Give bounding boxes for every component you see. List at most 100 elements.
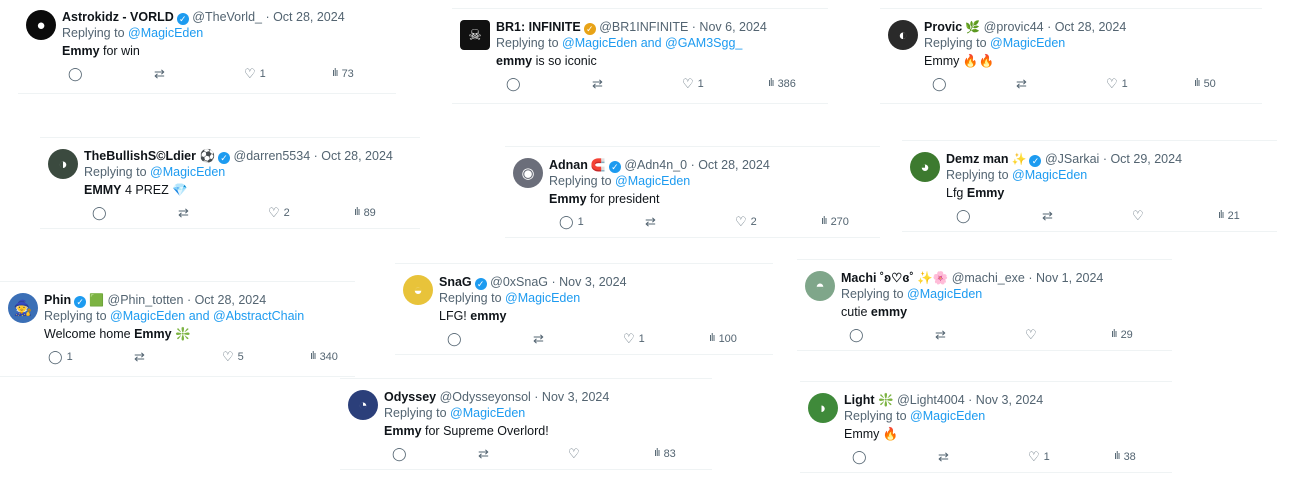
display-name[interactable]: Odyssey <box>384 390 436 404</box>
retweet-button[interactable]: ⇄ <box>1042 209 1057 222</box>
views-button[interactable]: ılı 73 <box>332 67 354 80</box>
views-button[interactable]: ılı 270 <box>821 215 849 228</box>
avatar[interactable]: 🧙 <box>8 293 38 323</box>
tweet-card[interactable]: ◗ Light ❇️ @Light4004 · Nov 3, 2024 Replyi… <box>800 381 1172 473</box>
display-name[interactable]: SnaG <box>439 275 472 289</box>
like-button[interactable]: ♡ 2 <box>735 215 757 228</box>
reply-button[interactable]: ◯ 1 <box>48 350 73 363</box>
display-name[interactable]: Provic <box>924 20 962 34</box>
views-button[interactable]: ılı 38 <box>1114 450 1136 463</box>
timestamp[interactable]: · Oct 28, 2024 <box>691 158 770 172</box>
reply-mention-link[interactable]: @MagicEden <box>128 26 203 40</box>
like-button[interactable]: ♡ 5 <box>222 350 244 363</box>
display-name[interactable]: Astrokidz - VORLD <box>62 10 174 24</box>
like-button[interactable]: ♡ 1 <box>1028 450 1050 463</box>
timestamp[interactable]: · Oct 28, 2024 <box>1047 20 1126 34</box>
retweet-button[interactable]: ⇄ <box>533 332 548 345</box>
avatar[interactable]: ◐ <box>888 20 918 50</box>
handle[interactable]: @BR1INFINITE <box>599 20 688 34</box>
display-name[interactable]: Phin <box>44 293 71 307</box>
like-button[interactable]: ♡ 1 <box>623 332 645 345</box>
views-button[interactable]: ılı 386 <box>768 77 796 90</box>
reply-mention-link[interactable]: @MagicEden <box>450 406 525 420</box>
avatar[interactable]: ◗ <box>808 393 838 423</box>
reply-mention-link[interactable]: @MagicEden <box>150 165 225 179</box>
retweet-button[interactable]: ⇄ <box>478 447 493 460</box>
retweet-button[interactable]: ⇄ <box>178 206 193 219</box>
avatar[interactable]: ◑ <box>48 149 78 179</box>
reply-button[interactable]: ◯ <box>92 206 111 219</box>
views-button[interactable]: ılı 100 <box>709 332 737 345</box>
avatar[interactable]: ◒ <box>403 275 433 305</box>
retweet-button[interactable]: ⇄ <box>134 350 149 363</box>
reply-button[interactable]: ◯ <box>956 209 975 222</box>
handle[interactable]: @0xSnaG <box>490 275 548 289</box>
tweet-card[interactable]: 🧙 Phin ✓ 🟩 @Phin_totten · Oct 28, 2024 Reply… <box>0 281 355 377</box>
like-button[interactable]: ♡ <box>568 447 584 460</box>
avatar[interactable]: ◕ <box>910 152 940 182</box>
display-name[interactable]: Demz man <box>946 152 1009 166</box>
tweet-card[interactable]: ◒ SnaG ✓ @0xSnaG · Nov 3, 2024 Replying to … <box>395 263 773 355</box>
views-button[interactable]: ılı 21 <box>1218 209 1240 222</box>
reply-mention-link[interactable]: @MagicEden <box>990 36 1065 50</box>
handle[interactable]: @JSarkai <box>1045 152 1099 166</box>
tweet-card[interactable]: ◔ Odyssey @Odysseyonsol · Nov 3, 2024 Repl… <box>340 378 712 470</box>
handle[interactable]: @machi_exe <box>952 271 1025 285</box>
views-button[interactable]: ılı 83 <box>654 447 676 460</box>
handle[interactable]: @darren5534 <box>234 149 311 163</box>
timestamp[interactable]: · Oct 28, 2024 <box>187 293 266 307</box>
tweet-card[interactable]: ◑ TheBullishS©Ldier ⚽ ✓ @darren5534 · Oct … <box>40 137 420 229</box>
timestamp[interactable]: · Nov 1, 2024 <box>1028 271 1103 285</box>
views-button[interactable]: ılı 29 <box>1111 328 1133 341</box>
avatar[interactable]: ☠ <box>460 20 490 50</box>
handle[interactable]: @Adn4n_0 <box>624 158 687 172</box>
reply-mention-link[interactable]: @MagicEden <box>910 409 985 423</box>
tweet-card[interactable]: ◓ Machi ˚ʚ♡ɞ˚ ✨🌸 @machi_exe · Nov 1, 2024… <box>797 259 1172 351</box>
tweet-card[interactable]: ☠ BR1: INFINITE ✓ @BR1INFINITE · Nov 6, 20… <box>452 8 828 104</box>
avatar[interactable]: ◓ <box>805 271 835 301</box>
retweet-button[interactable]: ⇄ <box>154 67 169 80</box>
like-button[interactable]: ♡ <box>1132 209 1148 222</box>
reply-mention-link[interactable]: @MagicEden <box>1012 168 1087 182</box>
views-button[interactable]: ılı 89 <box>354 206 376 219</box>
retweet-button[interactable]: ⇄ <box>935 328 950 341</box>
display-name[interactable]: Light ❇️ <box>844 393 894 407</box>
views-button[interactable]: ılı 340 <box>310 350 338 363</box>
like-button[interactable]: ♡ 1 <box>682 77 704 90</box>
reply-button[interactable]: ◯ <box>932 77 951 90</box>
tweet-card[interactable]: ◉ Adnan 🧲 ✓ @Adn4n_0 · Oct 28, 2024 Replying… <box>505 146 880 238</box>
like-button[interactable]: ♡ <box>1025 328 1041 341</box>
reply-mention-link[interactable]: @MagicEden and @GAM3Sgg_ <box>562 36 742 50</box>
reply-mention-link[interactable]: @MagicEden <box>505 291 580 305</box>
timestamp[interactable]: · Nov 6, 2024 <box>692 20 767 34</box>
display-name[interactable]: TheBullishS©Ldier ⚽ <box>84 149 215 163</box>
reply-button[interactable]: ◯ <box>506 77 525 90</box>
tweet-card[interactable]: ◕ Demz man ✨ ✓ @JSarkai · Oct 29, 2024 Reply… <box>902 140 1277 232</box>
like-button[interactable]: ♡ 1 <box>1106 77 1128 90</box>
like-button[interactable]: ♡ 2 <box>268 206 290 219</box>
handle[interactable]: @provic44 <box>984 20 1044 34</box>
reply-mention-link[interactable]: @MagicEden <box>907 287 982 301</box>
retweet-button[interactable]: ⇄ <box>1016 77 1031 90</box>
views-button[interactable]: ılı 50 <box>1194 77 1216 90</box>
avatar[interactable]: ● <box>26 10 56 40</box>
display-name[interactable]: BR1: INFINITE <box>496 20 581 34</box>
reply-button[interactable]: ◯ 1 <box>559 215 584 228</box>
handle[interactable]: @Odysseyonsol <box>440 390 531 404</box>
reply-button[interactable]: ◯ <box>447 332 466 345</box>
avatar[interactable]: ◉ <box>513 158 543 188</box>
timestamp[interactable]: · Nov 3, 2024 <box>551 275 626 289</box>
reply-button[interactable]: ◯ <box>392 447 411 460</box>
timestamp[interactable]: · Oct 29, 2024 <box>1103 152 1182 166</box>
handle[interactable]: @TheVorld_ <box>192 10 262 24</box>
retweet-button[interactable]: ⇄ <box>645 215 660 228</box>
reply-button[interactable]: ◯ <box>849 328 868 341</box>
reply-button[interactable]: ◯ <box>852 450 871 463</box>
display-name[interactable]: Machi ˚ʚ♡ɞ˚ ✨🌸 <box>841 271 948 285</box>
avatar[interactable]: ◔ <box>348 390 378 420</box>
tweet-card[interactable]: ◐ Provic 🌿 @provic44 · Oct 28, 2024 Replyin… <box>880 8 1262 104</box>
display-name[interactable]: Adnan <box>549 158 588 172</box>
handle[interactable]: @Light4004 <box>897 393 965 407</box>
reply-button[interactable]: ◯ <box>68 67 87 80</box>
like-button[interactable]: ♡ 1 <box>244 67 266 80</box>
